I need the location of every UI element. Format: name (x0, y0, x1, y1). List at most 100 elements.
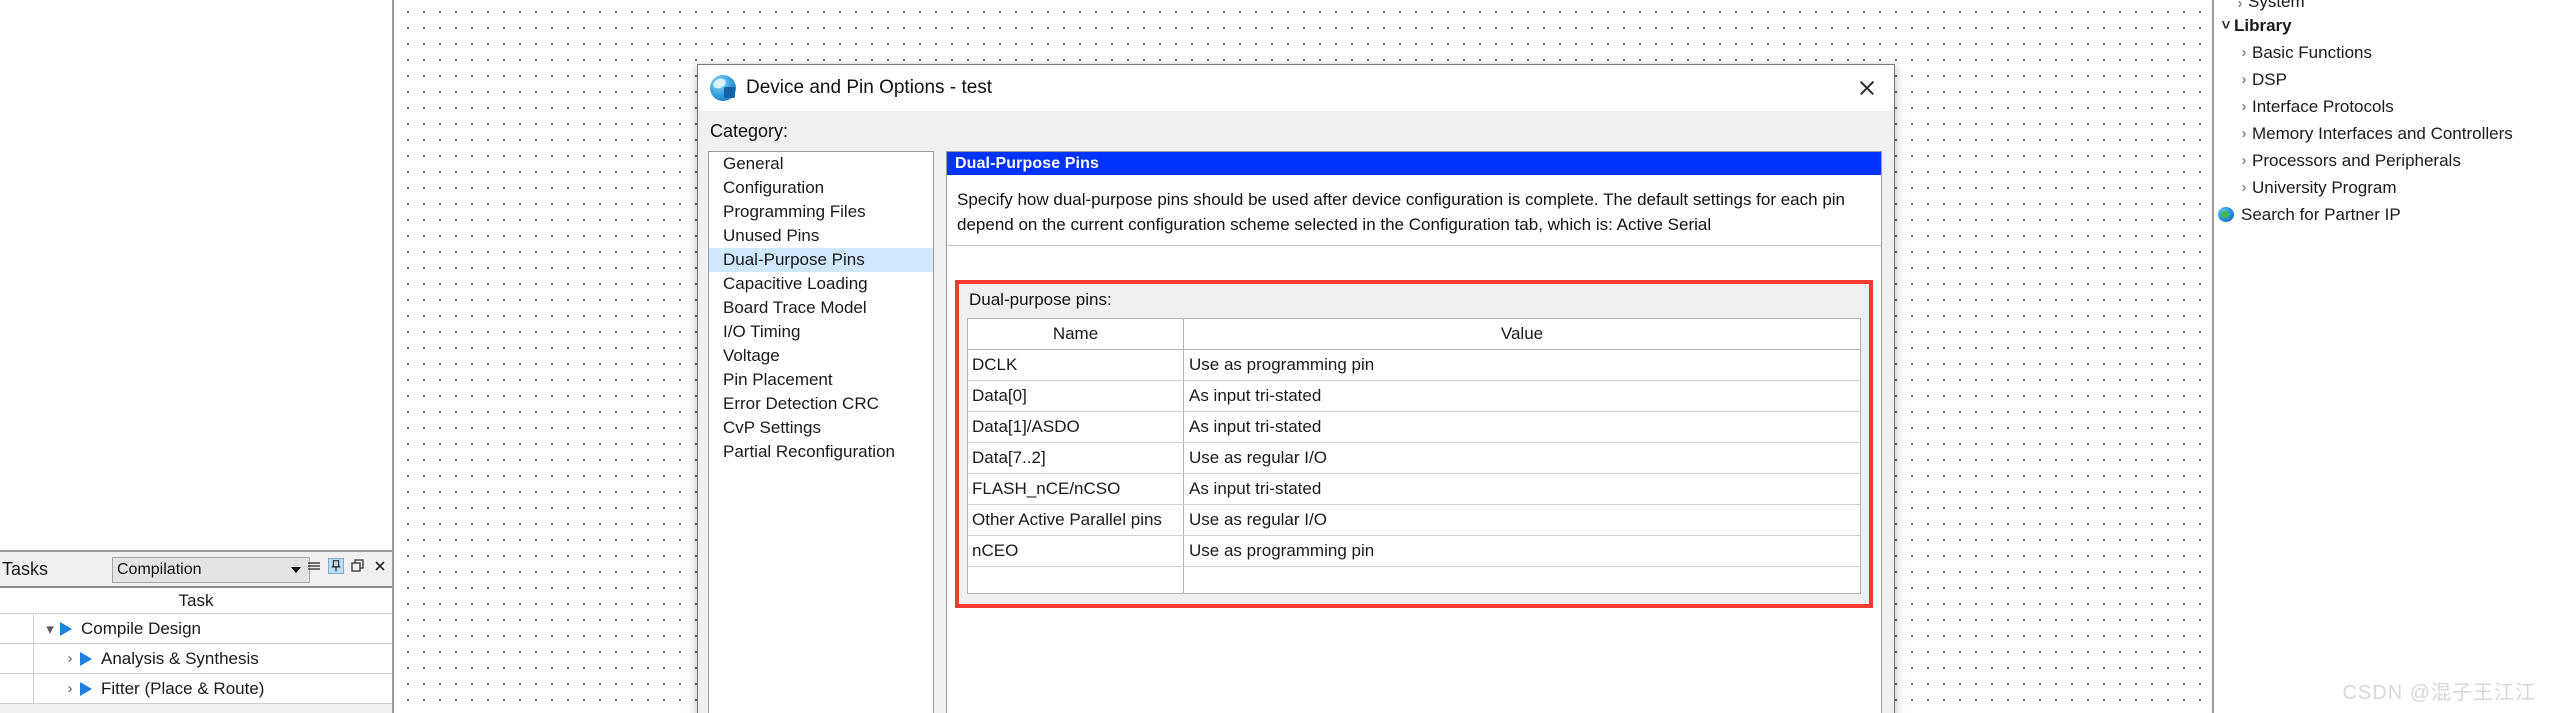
restore-icon[interactable] (350, 558, 366, 574)
close-icon[interactable] (372, 558, 388, 574)
table-empty-cell (1184, 567, 1860, 593)
task-row[interactable]: › Fitter (Place & Route) (0, 674, 392, 704)
chevron-right-icon[interactable]: › (2236, 152, 2252, 169)
category-item-dual-purpose-pins[interactable]: Dual-Purpose Pins (709, 248, 933, 272)
ip-catalog-item-label: DSP (2252, 69, 2287, 89)
tasks-panel-header: Tasks Compilation (0, 552, 392, 588)
pin-name: Other Active Parallel pins (968, 505, 1184, 535)
task-column-header: Task (0, 588, 392, 614)
screen-root: Tasks Compilation Task ▾ Compile Design … (0, 0, 2556, 713)
run-task-icon[interactable] (60, 621, 72, 636)
pin-value[interactable]: As input tri-stated (1184, 412, 1860, 442)
ip-catalog-item-basic-functions[interactable]: › Basic Functions (2214, 39, 2556, 66)
run-task-icon[interactable] (80, 651, 92, 666)
category-item-configuration[interactable]: Configuration (709, 176, 933, 200)
compilation-flow-select[interactable]: Compilation (112, 557, 310, 583)
detail-description: Specify how dual-purpose pins should be … (947, 175, 1881, 247)
ip-catalog-item-university-program[interactable]: › University Program (2214, 174, 2556, 201)
category-label: Category: (710, 121, 789, 141)
task-label: Fitter (Place & Route) (101, 678, 265, 698)
task-row-gutter (0, 614, 34, 643)
chevron-right-icon[interactable]: › (2236, 44, 2252, 61)
chevron-right-icon[interactable]: › (60, 680, 80, 697)
table-row[interactable]: Data[0] As input tri-stated (968, 381, 1860, 412)
pin-name: FLASH_nCE/nCSO (968, 474, 1184, 504)
chevron-down-icon (291, 567, 301, 573)
pin-name: Data[1]/ASDO (968, 412, 1184, 442)
task-list: ▾ Compile Design › Analysis & Synthesis … (0, 614, 392, 704)
pin-value[interactable]: Use as regular I/O (1184, 443, 1860, 473)
category-item-general[interactable]: General (709, 152, 933, 176)
detail-pane: Dual-Purpose Pins Specify how dual-purpo… (946, 151, 1882, 713)
ip-catalog-item-memory-interfaces[interactable]: › Memory Interfaces and Controllers (2214, 120, 2556, 147)
category-item-pin-placement[interactable]: Pin Placement (709, 368, 933, 392)
detail-banner: Dual-Purpose Pins (947, 152, 1881, 175)
editor-panel[interactable] (0, 0, 394, 552)
dual-purpose-pins-table[interactable]: Name Value DCLK Use as programming pin D… (967, 318, 1861, 594)
detail-footer-area (947, 622, 1881, 713)
category-item-io-timing[interactable]: I/O Timing (709, 320, 933, 344)
table-header-row: Name Value (968, 319, 1860, 350)
chevron-down-icon[interactable]: ˅ (2218, 17, 2234, 34)
pin-name: DCLK (968, 350, 1184, 380)
task-row[interactable]: ▾ Compile Design (0, 614, 392, 644)
globe-icon (2218, 207, 2234, 222)
ip-catalog-item-processors[interactable]: › Processors and Peripherals (2214, 147, 2556, 174)
tasks-panel-controls (306, 558, 388, 574)
quartus-globe-icon (710, 75, 736, 101)
tasks-panel: Tasks Compilation Task ▾ Compile Design … (0, 552, 394, 713)
category-item-voltage[interactable]: Voltage (709, 344, 933, 368)
category-item-partial-reconfiguration[interactable]: Partial Reconfiguration (709, 440, 933, 464)
tasks-panel-title: Tasks (2, 558, 49, 579)
pin-value[interactable]: As input tri-stated (1184, 474, 1860, 504)
pin-value[interactable]: Use as programming pin (1184, 536, 1860, 566)
watermark: CSDN @混子王江江 (2342, 682, 2536, 704)
task-row[interactable]: › Analysis & Synthesis (0, 644, 392, 674)
task-label: Analysis & Synthesis (101, 648, 259, 668)
ip-catalog-item-dsp[interactable]: › DSP (2214, 66, 2556, 93)
ip-catalog-item-system[interactable]: › System (2214, 0, 2556, 12)
table-row[interactable]: FLASH_nCE/nCSO As input tri-stated (968, 474, 1860, 505)
run-task-icon[interactable] (80, 681, 92, 696)
ip-catalog-item-library[interactable]: ˅ Library (2214, 12, 2556, 39)
table-row[interactable]: Data[7..2] Use as regular I/O (968, 443, 1860, 474)
category-item-unused-pins[interactable]: Unused Pins (709, 224, 933, 248)
pin-value[interactable]: Use as programming pin (1184, 350, 1860, 380)
ip-catalog-item-label: Search for Partner IP (2241, 204, 2401, 224)
column-header-value: Value (1500, 324, 1544, 343)
table-row[interactable]: nCEO Use as programming pin (968, 536, 1860, 567)
table-row[interactable]: Data[1]/ASDO As input tri-stated (968, 412, 1860, 443)
pin-icon[interactable] (328, 558, 344, 574)
chevron-right-icon[interactable]: › (2232, 0, 2248, 12)
ip-catalog-item-interface-protocols[interactable]: › Interface Protocols (2214, 93, 2556, 120)
table-empty-row (968, 567, 1860, 593)
chevron-right-icon[interactable]: › (2236, 98, 2252, 115)
category-item-error-detection-crc[interactable]: Error Detection CRC (709, 392, 933, 416)
category-item-capacitive-loading[interactable]: Capacitive Loading (709, 272, 933, 296)
chevron-right-icon[interactable]: › (60, 650, 80, 667)
pin-value[interactable]: As input tri-stated (1184, 381, 1860, 411)
menu-icon[interactable] (306, 558, 322, 574)
close-icon[interactable] (1852, 73, 1882, 103)
pin-value[interactable]: Use as regular I/O (1184, 505, 1860, 535)
chevron-right-icon[interactable]: › (2236, 179, 2252, 196)
dialog-titlebar[interactable]: Device and Pin Options - test (698, 65, 1894, 111)
chevron-down-icon[interactable]: ▾ (40, 620, 60, 638)
chevron-right-icon[interactable]: › (2236, 71, 2252, 88)
category-item-cvp-settings[interactable]: CvP Settings (709, 416, 933, 440)
device-and-pin-options-dialog: Device and Pin Options - test Category: … (697, 64, 1895, 713)
category-item-programming-files[interactable]: Programming Files (709, 200, 933, 224)
category-list[interactable]: General Configuration Programming Files … (708, 151, 934, 713)
ip-catalog-item-label: University Program (2252, 177, 2397, 197)
ip-catalog-item-label: Basic Functions (2252, 42, 2372, 62)
pin-name: Data[7..2] (968, 443, 1184, 473)
chevron-right-icon[interactable]: › (2236, 125, 2252, 142)
ip-catalog-item-label: Library (2234, 15, 2292, 35)
ip-catalog-item-search-partner-ip[interactable]: Search for Partner IP (2214, 201, 2556, 228)
category-item-board-trace-model[interactable]: Board Trace Model (709, 296, 933, 320)
ip-catalog-item-label: Memory Interfaces and Controllers (2252, 123, 2513, 143)
ip-catalog-item-label: Processors and Peripherals (2252, 150, 2461, 170)
table-row[interactable]: Other Active Parallel pins Use as regula… (968, 505, 1860, 536)
table-row[interactable]: DCLK Use as programming pin (968, 350, 1860, 381)
ip-catalog-item-label: Interface Protocols (2252, 96, 2394, 116)
